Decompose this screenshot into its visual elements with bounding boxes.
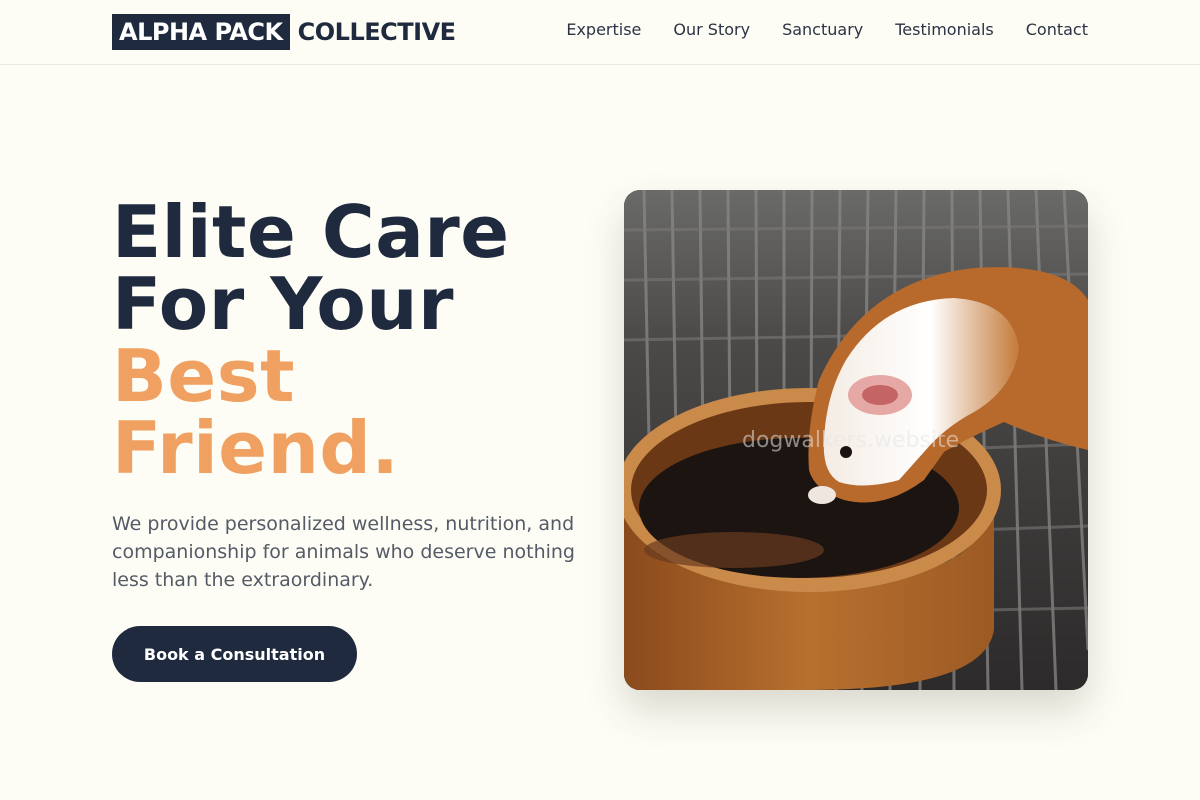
hero-description: We provide personalized wellness, nutrit… xyxy=(112,513,575,591)
nav-link-contact[interactable]: Contact xyxy=(1026,19,1088,41)
book-consultation-button[interactable]: Book a Consultation xyxy=(112,626,357,682)
hero-photo: dogwalkers.website xyxy=(624,190,1088,690)
nav-link-expertise[interactable]: Expertise xyxy=(566,19,641,41)
brand-logo-highlight: ALPHA PACK xyxy=(112,14,290,50)
nav-link-our-story[interactable]: Our Story xyxy=(673,19,750,41)
hero-title-accent: Best xyxy=(112,334,295,418)
photo-watermark: dogwalkers.website xyxy=(742,428,960,453)
brand-logo-text: COLLECTIVE xyxy=(297,18,456,46)
site-header: ALPHA PACK COLLECTIVE Expertise Our Stor… xyxy=(0,0,1200,65)
brand-logo[interactable]: ALPHA PACK COLLECTIVE xyxy=(112,14,456,50)
main-nav: Expertise Our Story Sanctuary Testimonia… xyxy=(566,19,1088,41)
nav-link-testimonials[interactable]: Testimonials xyxy=(895,19,994,41)
hero-title-accent: Friend. xyxy=(112,406,400,490)
nav-link-sanctuary[interactable]: Sanctuary xyxy=(782,19,863,41)
hero-title: Elite Care For Your Best Friend. xyxy=(112,196,592,484)
hero-title-line: Elite Care xyxy=(112,190,510,274)
hero-title-line: For Your xyxy=(112,262,455,346)
